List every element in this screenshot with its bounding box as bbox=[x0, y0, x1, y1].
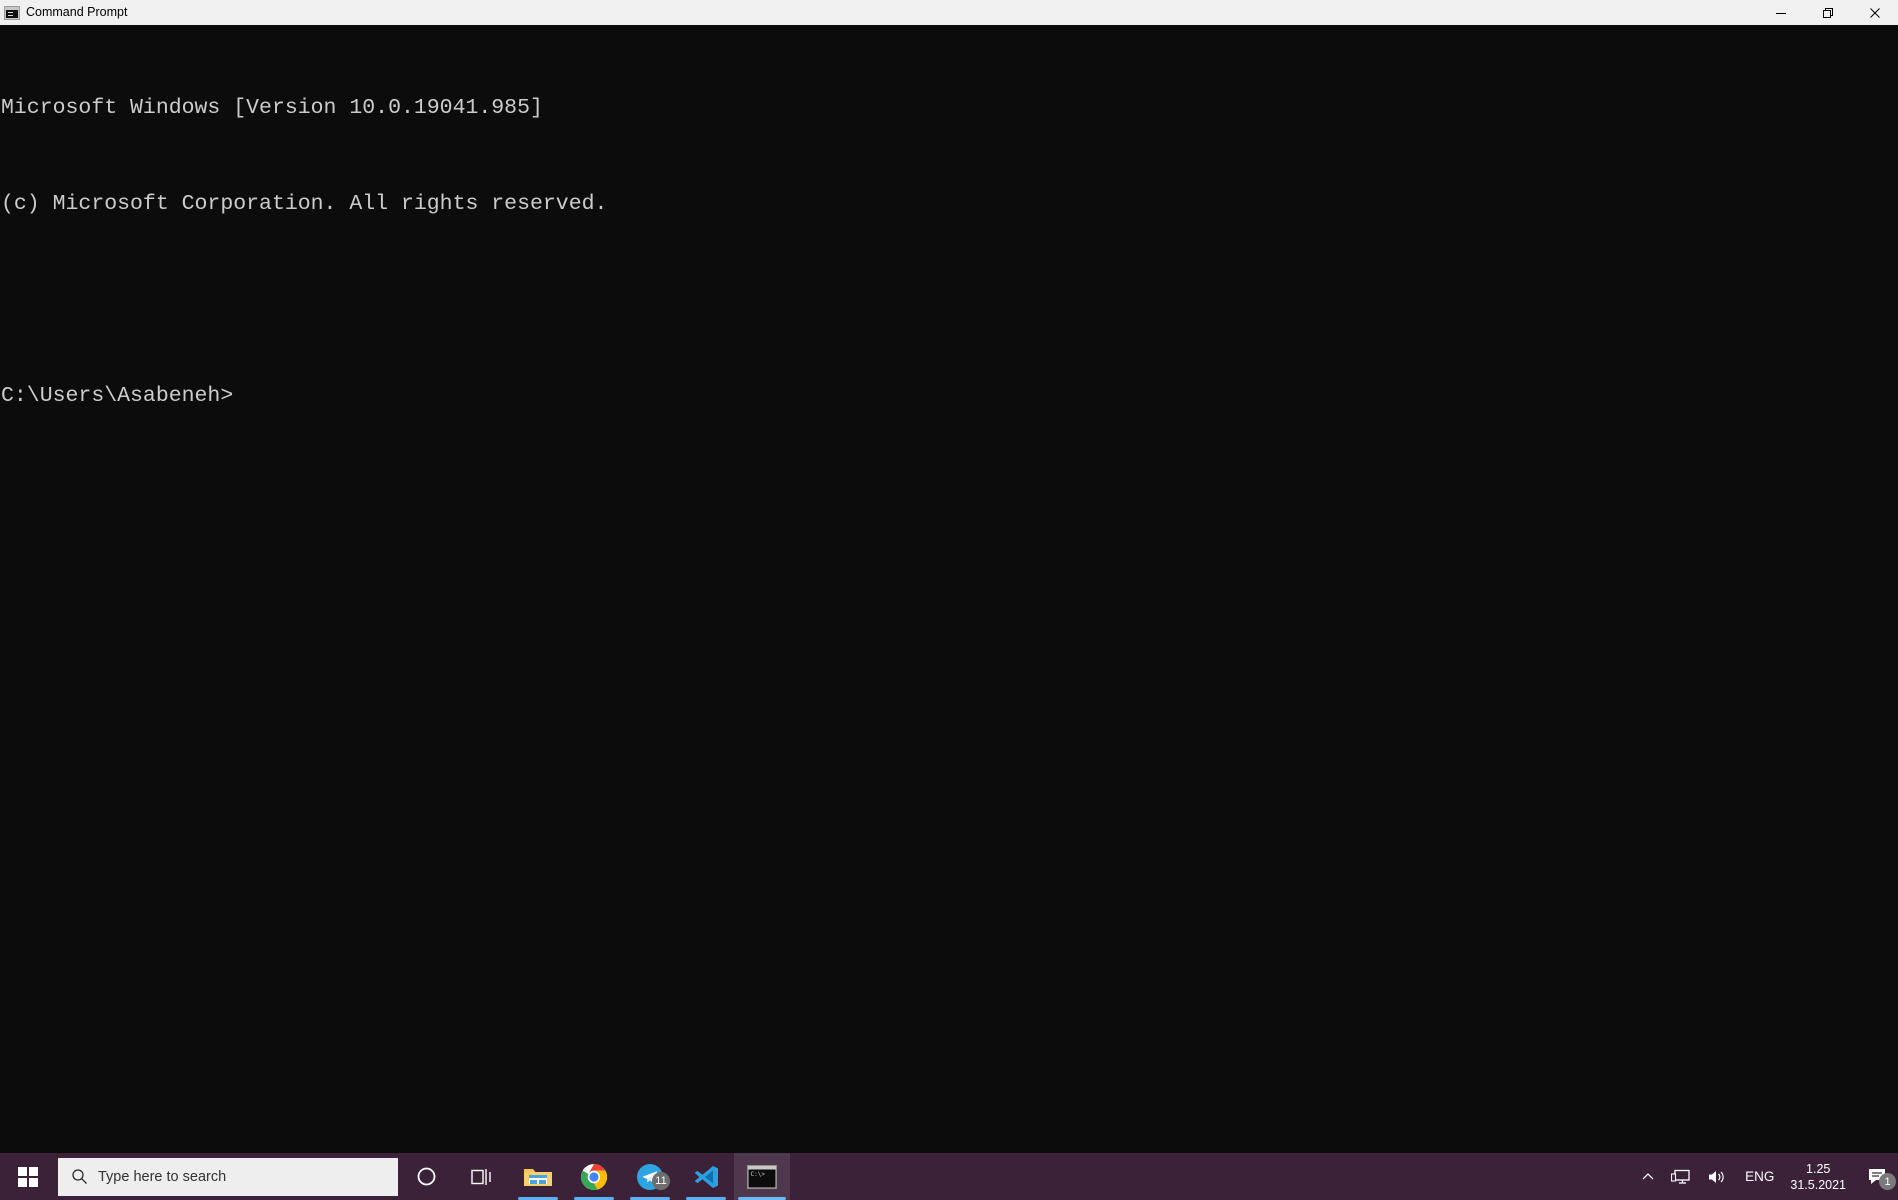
command-prompt-icon: C:\> bbox=[747, 1164, 777, 1189]
minimize-button[interactable] bbox=[1757, 0, 1804, 25]
console-prompt-line: C:\Users\Asabeneh> bbox=[1, 384, 234, 408]
svg-text:C:\>: C:\> bbox=[751, 1171, 766, 1178]
command-prompt-window: Command Prompt Microsoft Windows [Versio… bbox=[0, 0, 1898, 1153]
file-explorer-icon bbox=[524, 1168, 552, 1186]
telegram-badge: 11 bbox=[652, 1172, 670, 1190]
console-output-area[interactable]: Microsoft Windows [Version 10.0.19041.98… bbox=[0, 25, 1898, 1153]
console-line: (c) Microsoft Corporation. All rights re… bbox=[1, 192, 608, 216]
console-line: Microsoft Windows [Version 10.0.19041.98… bbox=[1, 96, 543, 120]
close-icon bbox=[1869, 7, 1880, 18]
volume-button[interactable] bbox=[1699, 1153, 1735, 1200]
maximize-button[interactable] bbox=[1804, 0, 1851, 25]
minimize-icon bbox=[1775, 12, 1786, 14]
close-button[interactable] bbox=[1851, 0, 1898, 25]
network-monitor-icon bbox=[1671, 1169, 1690, 1184]
search-input[interactable]: Type here to search bbox=[58, 1157, 398, 1196]
speaker-icon bbox=[1709, 1170, 1724, 1183]
taskbar-app-chrome[interactable] bbox=[566, 1153, 622, 1200]
clock-time: 1.25 bbox=[1806, 1161, 1831, 1176]
task-view-icon bbox=[471, 1168, 491, 1185]
chrome-icon bbox=[581, 1163, 607, 1190]
taskbar-app-vscode[interactable] bbox=[678, 1153, 734, 1200]
clock-date: 31.5.2021 bbox=[1790, 1177, 1846, 1192]
window-controls bbox=[1757, 0, 1898, 25]
cortana-circle-icon bbox=[417, 1167, 435, 1186]
window-titlebar[interactable]: Command Prompt bbox=[0, 0, 1898, 25]
system-tray: ENG 1.25 31.5.2021 1 bbox=[1633, 1153, 1898, 1200]
cortana-button[interactable] bbox=[398, 1153, 454, 1200]
notification-center-button[interactable]: 1 bbox=[1858, 1153, 1898, 1200]
windows-logo-icon bbox=[18, 1166, 38, 1187]
notification-badge: 1 bbox=[1879, 1173, 1896, 1190]
network-button[interactable] bbox=[1663, 1153, 1699, 1200]
search-placeholder-text: Type here to search bbox=[98, 1168, 227, 1185]
taskbar: Type here to search 11 C:\> ENG 1.25 31.… bbox=[0, 1153, 1898, 1200]
clock[interactable]: 1.25 31.5.2021 bbox=[1784, 1153, 1858, 1200]
start-button[interactable] bbox=[0, 1153, 56, 1200]
task-view-button[interactable] bbox=[454, 1153, 510, 1200]
language-indicator[interactable]: ENG bbox=[1735, 1153, 1784, 1200]
show-hidden-icons-button[interactable] bbox=[1633, 1153, 1663, 1200]
restore-icon bbox=[1822, 7, 1833, 18]
taskbar-app-telegram[interactable]: 11 bbox=[622, 1153, 678, 1200]
taskbar-app-file-explorer[interactable] bbox=[510, 1153, 566, 1200]
titlebar-left-group: Command Prompt bbox=[0, 0, 127, 25]
taskbar-app-command-prompt[interactable]: C:\> bbox=[734, 1153, 790, 1200]
chevron-up-icon bbox=[1642, 1172, 1654, 1179]
search-icon bbox=[72, 1169, 87, 1184]
vscode-icon bbox=[694, 1165, 718, 1188]
window-title: Command Prompt bbox=[26, 5, 128, 19]
console-window-icon bbox=[4, 5, 20, 20]
